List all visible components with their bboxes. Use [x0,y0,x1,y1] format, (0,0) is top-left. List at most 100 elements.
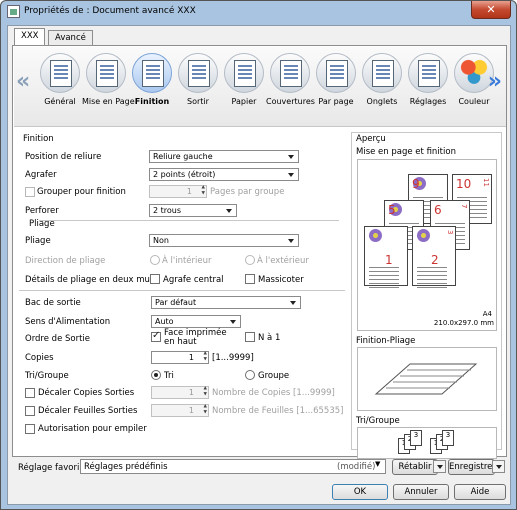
interieur-label: À l'intérieur [162,256,212,266]
aide-button[interactable]: Aide [454,484,506,500]
settings-panel: Finition Position de reliure Reliure gau… [19,134,345,446]
tab-avance[interactable]: Avancé [48,30,93,45]
tab-panel: « Général Mise en Page Finition Sortir P… [12,45,507,459]
scroll-left-icon[interactable]: « [16,69,30,94]
position-label: Position de reliure [25,152,102,162]
copies-range-label: [1...9999] [212,353,254,363]
divider [39,220,339,221]
ribbon-item-couvertures[interactable]: Couvertures [266,51,315,106]
ribbon-label: Sortir [187,97,209,106]
preview-page: 23 [412,226,456,286]
bac-select[interactable]: Par défaut [151,296,301,309]
ribbon-label: Par page [318,97,354,106]
ribbon-item-sortir[interactable]: Sortir [174,51,222,106]
annuler-button[interactable]: Annuler [393,484,449,500]
retablir-dropdown[interactable] [433,460,446,473]
per-page-icon [316,53,356,93]
apercu-title: Aperçu [356,134,386,144]
ribbon-item-finition[interactable]: Finition [128,51,176,106]
ordre-label: Ordre de Sortie [25,334,91,344]
bac-label: Bac de sortie [25,298,81,308]
agrafe-central-checkbox[interactable] [150,274,160,284]
copies-stepper[interactable]: 1 [151,351,209,364]
chevron-down-icon: ▼ [375,460,381,468]
perforer-label: Perforer [25,206,59,216]
grouper-stepper[interactable]: 1 [149,185,207,198]
ok-button[interactable]: OK [332,484,388,500]
finishing-icon [132,53,172,93]
ribbon-label: Couvertures [266,97,315,106]
grouper-label: Grouper pour finition [37,187,126,197]
retablir-button[interactable]: Rétablir [392,459,438,475]
modifie-label: (modifié) [337,462,376,472]
close-button[interactable]: ✕ [471,1,511,19]
cover-icon [270,53,310,93]
tri-groupe-label: Tri/Groupe [25,371,69,381]
ribbon-item-onglets[interactable]: Onglets [358,51,406,106]
nb-copies-label: Nombre de Copies [1...9999] [212,388,335,398]
tabs-icon [362,53,402,93]
empiler-label: Autorisation pour empiler [38,424,147,434]
agrafer-select[interactable]: 2 points (étroit) [149,168,299,181]
layout-icon [86,53,126,93]
decaler-copies-stepper[interactable]: 1 [151,386,209,399]
ribbon-item-par-page[interactable]: Par page [312,51,360,106]
side-number: 7 [460,204,468,209]
position-select[interactable]: Reliure gauche [149,150,299,163]
face-imprimee-checkbox[interactable] [151,330,161,342]
preview-panel: Aperçu Mise en page et finition 9 10 11 5… [351,132,502,459]
pliage-select[interactable]: Non [149,234,299,247]
groupe-radio[interactable] [245,370,255,380]
ribbon-item-general[interactable]: Général [36,51,84,106]
ribbon-item-papier[interactable]: Papier [220,51,268,106]
enregistrer-dropdown[interactable] [492,460,505,473]
pliage-label: Pliage [25,236,51,246]
properties-window: Propriétés de : Document avancé XXX ✕ XX… [0,0,517,510]
paper-size: A4 [482,310,492,318]
sens-label: Sens d'Alimentation [25,317,111,327]
ribbon-label: Papier [231,97,257,106]
ribbon-label: Finition [134,97,170,106]
decaler-feuilles-checkbox[interactable] [25,406,35,416]
reglage-favori-label: Réglage favori [18,463,80,473]
decaler-feuilles-stepper[interactable]: 1 [151,404,209,417]
ribbon-label: Couleur [458,97,490,106]
ribbon-item-reglages[interactable]: Réglages [404,51,452,106]
ribbon-label: Mise en Page [82,97,135,106]
nb-feuilles-label: Nombre de Feuilles [1...65535] [212,406,344,416]
page-number: 5 [388,203,396,217]
page-number: 6 [434,203,442,217]
paper-dims: 210.0x297.0 mm [433,319,494,327]
decaler-feuilles-label: Décaler Feuilles Sorties [38,406,138,416]
reglage-select[interactable]: Réglages prédéfinis (modifié) ▼ [80,459,386,474]
n-a-1-checkbox[interactable] [245,332,255,342]
tab-xxx[interactable]: XXX [14,28,46,46]
empiler-checkbox[interactable] [25,424,35,434]
page-number: 9 [412,177,420,191]
grouper-checkbox[interactable] [25,187,35,197]
reglage-value: Réglages prédéfinis [84,462,168,472]
pages-groupe-label: Pages par groupe [210,187,285,197]
massicoter-checkbox[interactable] [245,274,255,284]
stack-sheet: 3 [442,430,454,446]
perforer-select[interactable]: 2 trous [149,204,237,217]
sens-select[interactable]: Auto [151,315,241,328]
tri-label: Tri [164,371,174,381]
scroll-right-icon[interactable]: » [488,69,502,94]
folded-paper-icon [374,363,478,395]
decaler-copies-checkbox[interactable] [25,388,35,398]
interieur-radio[interactable] [150,255,160,265]
exterieur-label: À l'extérieur [257,256,309,266]
tri-radio[interactable] [151,370,161,380]
finition-group-title: Finition [23,134,54,144]
ribbon-label: Général [44,97,76,106]
title-bar[interactable]: Propriétés de : Document avancé XXX ✕ [1,1,516,23]
preview-page: 1 [364,226,408,286]
enregistrer-button[interactable]: Enregistrer [448,459,496,475]
collate-preview: 1 2 3 1 2 3 [357,427,497,459]
exterieur-radio[interactable] [245,255,255,265]
window-title: Propriétés de : Document avancé XXX [24,6,196,16]
ribbon-item-mise-en-page[interactable]: Mise en Page [82,51,135,106]
agrafe-central-label: Agrafe central [163,275,224,285]
folding-preview [357,347,497,411]
